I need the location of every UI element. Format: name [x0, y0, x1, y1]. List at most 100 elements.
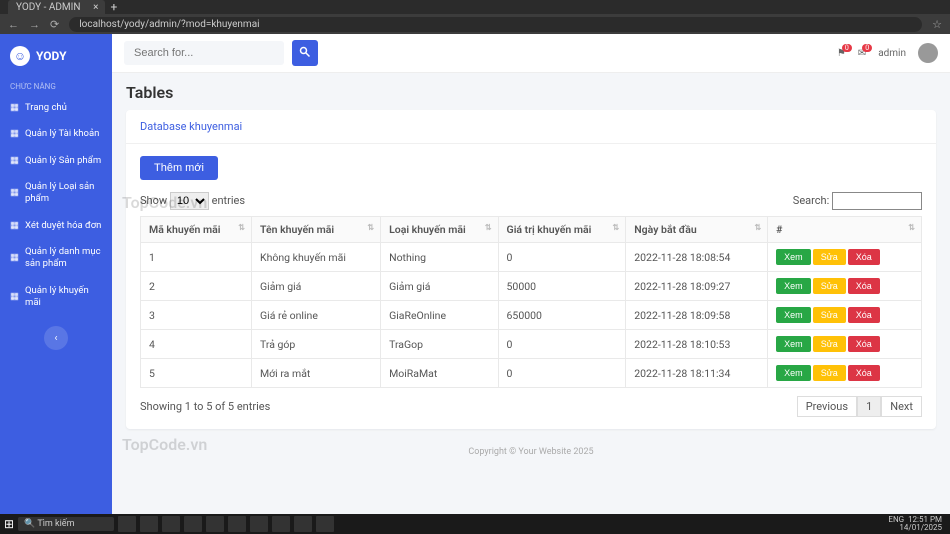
cell-type: Giảm giá — [381, 272, 498, 301]
taskbar-app[interactable] — [162, 516, 180, 532]
sidebar-item-5[interactable]: ▦Quản lý danh mục sản phẩm — [0, 239, 112, 278]
nav-group-title: CHỨC NĂNG — [0, 78, 112, 95]
cell-id: 4 — [141, 330, 252, 359]
nav-icon: ▦ — [10, 102, 19, 114]
cell-name: Giảm giá — [251, 272, 380, 301]
sort-icon: ⇅ — [613, 223, 620, 232]
cell-name: Giá rẻ online — [251, 301, 380, 330]
column-header[interactable]: Tên khuyến mãi⇅ — [251, 217, 380, 243]
sort-icon: ⇅ — [908, 223, 915, 232]
taskbar-app[interactable] — [184, 516, 202, 532]
brand[interactable]: ☺ YODY — [0, 34, 112, 78]
browser-tab[interactable]: YODY - ADMIN × — [8, 0, 105, 15]
view-button[interactable]: Xem — [776, 365, 811, 381]
view-button[interactable]: Xem — [776, 278, 811, 294]
sidebar-item-6[interactable]: ▦Quản lý khuyến mãi — [0, 278, 112, 317]
delete-button[interactable]: Xóa — [848, 249, 880, 265]
delete-button[interactable]: Xóa — [848, 278, 880, 294]
sidebar-item-1[interactable]: ▦Quản lý Tài khoản — [0, 121, 112, 147]
pagination: Previous 1 Next — [797, 396, 922, 417]
browser-chrome: YODY - ADMIN × + — [0, 0, 950, 14]
sidebar-item-0[interactable]: ▦Trang chủ — [0, 95, 112, 121]
taskbar-search[interactable]: 🔍 Tìm kiếm — [18, 517, 114, 531]
nav-label: Quản lý Sản phẩm — [25, 155, 101, 167]
windows-taskbar: ⊞ 🔍 Tìm kiếm ENG 12:51 PM 14/01/2025 — [0, 514, 950, 534]
nav-icon: ▦ — [10, 155, 19, 167]
delete-button[interactable]: Xóa — [848, 307, 880, 323]
filter-control: Search: — [793, 192, 922, 210]
view-button[interactable]: Xem — [776, 249, 811, 265]
edit-button[interactable]: Sửa — [813, 307, 846, 323]
flag-notifications[interactable]: ⚑ 0 — [837, 48, 846, 59]
cell-name: Trả góp — [251, 330, 380, 359]
cell-date: 2022-11-28 18:09:58 — [626, 301, 768, 330]
sidebar-item-3[interactable]: ▦Quản lý Loại sản phẩm — [0, 174, 112, 213]
edit-button[interactable]: Sửa — [813, 249, 846, 265]
edit-button[interactable]: Sửa — [813, 336, 846, 352]
sidebar-item-4[interactable]: ▦Xét duyệt hóa đơn — [0, 213, 112, 239]
column-header[interactable]: Loại khuyến mãi⇅ — [381, 217, 498, 243]
address-bar[interactable]: localhost/yody/admin/?mod=khuyenmai — [69, 17, 922, 32]
column-header[interactable]: Ngày bắt đầu⇅ — [626, 217, 768, 243]
nav-label: Quản lý khuyến mãi — [25, 285, 102, 310]
close-icon[interactable]: × — [93, 2, 98, 13]
column-header[interactable]: Mã khuyến mãi⇅ — [141, 217, 252, 243]
cell-actions: XemSửaXóa — [768, 272, 922, 301]
search-input[interactable] — [124, 41, 284, 65]
taskbar-app[interactable] — [140, 516, 158, 532]
taskbar-app[interactable] — [118, 516, 136, 532]
edit-button[interactable]: Sửa — [813, 365, 846, 381]
mail-notifications[interactable]: ✉ 0 — [858, 48, 866, 59]
star-icon[interactable]: ☆ — [932, 18, 942, 31]
card: Database khuyenmai Thêm mới Show 10 entr… — [126, 110, 936, 429]
tab-title: YODY - ADMIN — [16, 2, 81, 13]
taskbar-app[interactable] — [272, 516, 290, 532]
forward-icon[interactable]: → — [29, 18, 40, 31]
sidebar: ☺ YODY CHỨC NĂNG ▦Trang chủ▦Quản lý Tài … — [0, 34, 112, 514]
cell-id: 5 — [141, 359, 252, 388]
new-tab-icon[interactable]: + — [111, 0, 118, 14]
sort-icon: ⇅ — [238, 223, 245, 232]
view-button[interactable]: Xem — [776, 307, 811, 323]
brand-icon: ☺ — [10, 46, 30, 66]
table-row: 3Giá rẻ onlineGiaReOnline6500002022-11-2… — [141, 301, 922, 330]
edit-button[interactable]: Sửa — [813, 278, 846, 294]
card-header: Database khuyenmai — [126, 110, 936, 144]
collapse-sidebar-button[interactable]: ‹ — [44, 326, 68, 350]
taskbar-app[interactable] — [250, 516, 268, 532]
browser-nav: ← → ⟳ localhost/yody/admin/?mod=khuyenma… — [0, 14, 950, 34]
cell-date: 2022-11-28 18:08:54 — [626, 243, 768, 272]
entries-select[interactable]: 10 — [170, 192, 209, 210]
sort-icon: ⇅ — [485, 223, 492, 232]
reload-icon[interactable]: ⟳ — [50, 18, 59, 31]
taskbar-app[interactable] — [206, 516, 224, 532]
taskbar-app[interactable] — [316, 516, 334, 532]
back-icon[interactable]: ← — [8, 18, 19, 31]
sidebar-item-2[interactable]: ▦ Quản lý Sản phẩm — [0, 148, 112, 174]
delete-button[interactable]: Xóa — [848, 365, 880, 381]
user-name[interactable]: admin — [878, 48, 906, 59]
column-header[interactable]: Giá trị khuyến mãi⇅ — [498, 217, 626, 243]
view-button[interactable]: Xem — [776, 336, 811, 352]
avatar[interactable] — [918, 43, 938, 63]
table-row: 4Trả gópTraGop02022-11-28 18:10:53XemSửa… — [141, 330, 922, 359]
prev-button[interactable]: Previous — [797, 396, 857, 417]
table-row: 2Giảm giáGiảm giá500002022-11-28 18:09:2… — [141, 272, 922, 301]
sort-icon: ⇅ — [754, 223, 761, 232]
delete-button[interactable]: Xóa — [848, 336, 880, 352]
cell-type: Nothing — [381, 243, 498, 272]
taskbar-app[interactable] — [294, 516, 312, 532]
cell-value: 0 — [498, 243, 626, 272]
column-header[interactable]: #⇅ — [768, 217, 922, 243]
start-icon[interactable]: ⊞ — [4, 517, 14, 531]
search-button[interactable] — [292, 40, 318, 66]
cell-type: MoiRaMat — [381, 359, 498, 388]
next-button[interactable]: Next — [881, 396, 922, 417]
page-1-button[interactable]: 1 — [857, 396, 881, 417]
table-search-input[interactable] — [832, 192, 922, 210]
system-tray[interactable]: ENG 12:51 PM 14/01/2025 — [888, 516, 946, 532]
add-button[interactable]: Thêm mới — [140, 156, 218, 180]
brand-name: YODY — [36, 49, 67, 63]
taskbar-app[interactable] — [228, 516, 246, 532]
cell-value: 650000 — [498, 301, 626, 330]
